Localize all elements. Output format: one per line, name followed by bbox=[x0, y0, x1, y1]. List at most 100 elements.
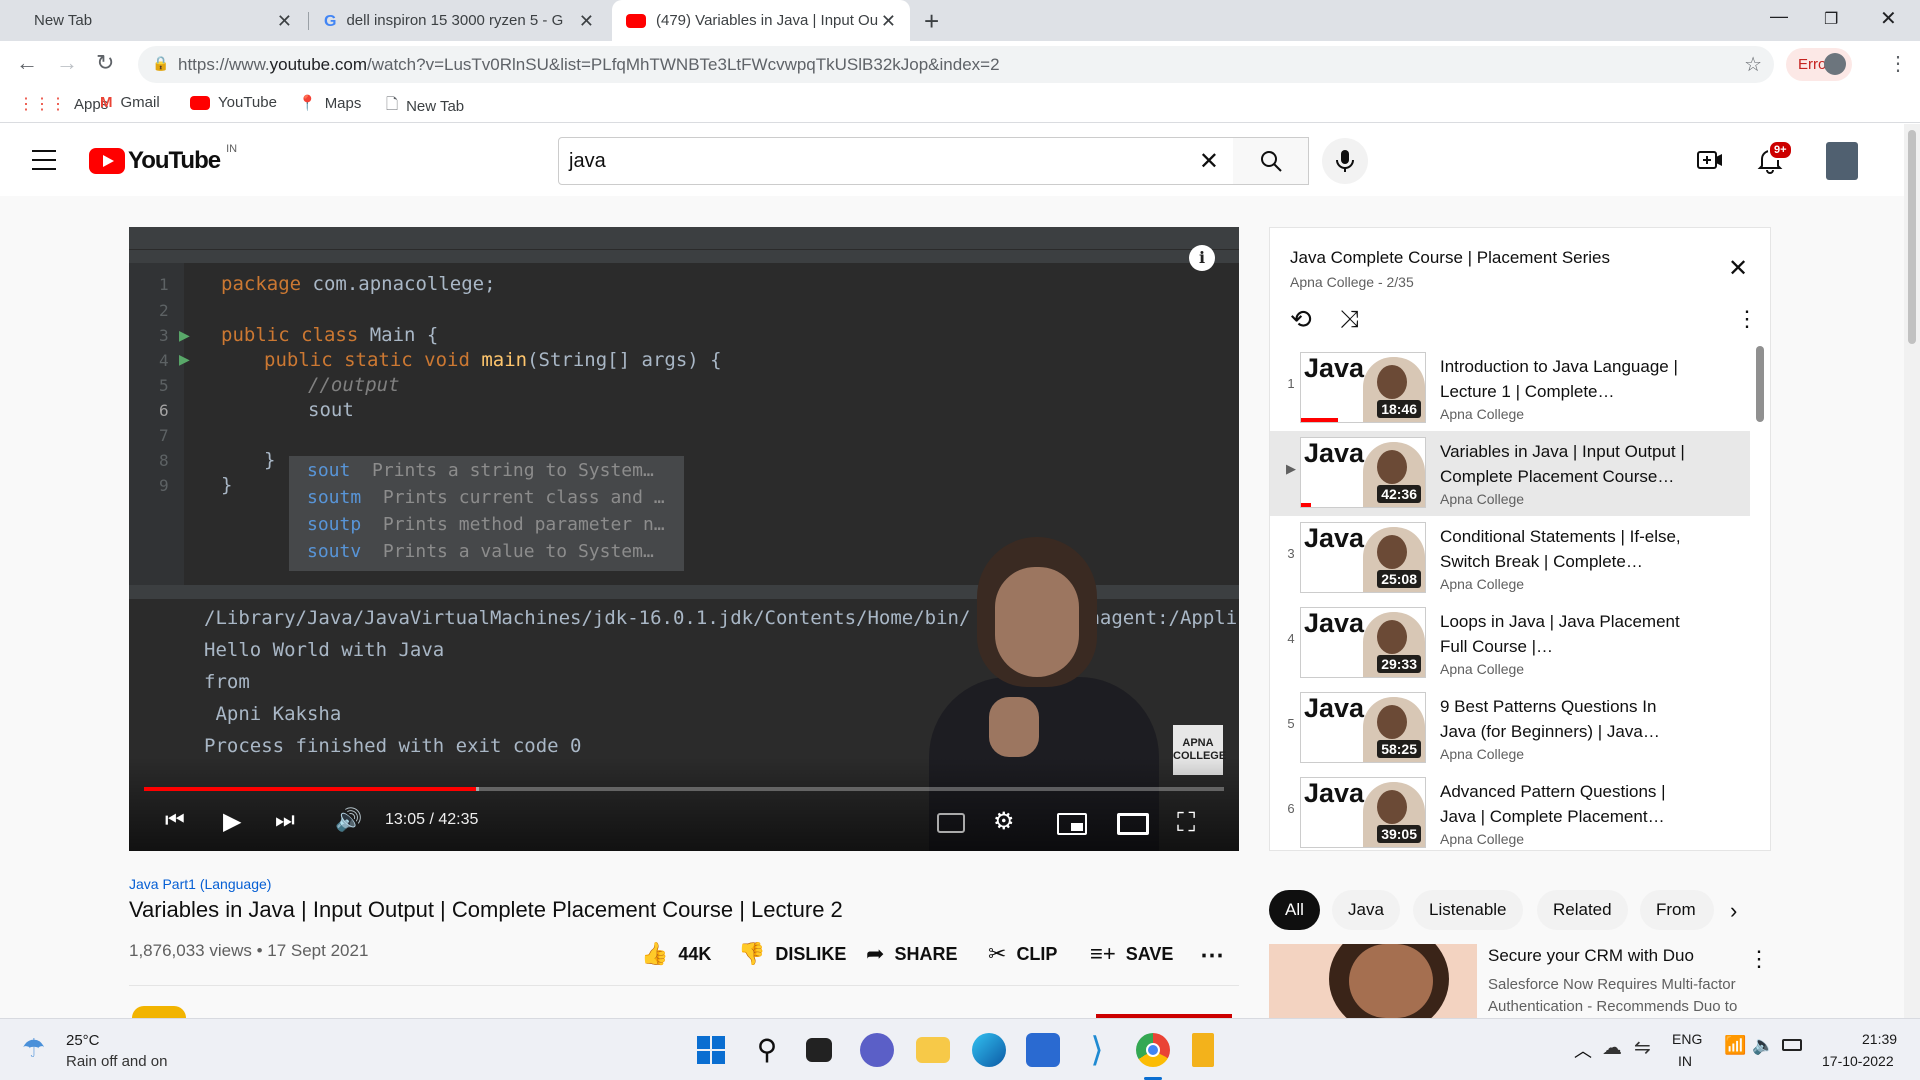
omnibox-url-field[interactable]: 🔒 https://www.youtube.com/watch?v=LusTv0… bbox=[138, 46, 1774, 83]
playlist-item-thumbnail[interactable]: Java 29:33 bbox=[1300, 607, 1426, 678]
close-icon[interactable]: ✕ bbox=[881, 11, 896, 32]
playlist-item[interactable]: 6 Java 39:05 Advanced Pattern Questions | J… bbox=[1270, 771, 1750, 856]
settings-gear-icon[interactable]: ⚙ bbox=[993, 807, 1015, 836]
ad-menu-icon[interactable]: ⋮ bbox=[1748, 946, 1770, 972]
edge-browser-icon[interactable] bbox=[972, 1033, 1006, 1067]
search-button[interactable] bbox=[1233, 137, 1309, 185]
chip-listenable[interactable]: Listenable bbox=[1413, 890, 1523, 930]
youtube-logo[interactable]: YouTube IN bbox=[89, 143, 237, 175]
miniplayer-icon[interactable] bbox=[1057, 813, 1087, 835]
next-video-icon[interactable]: ⏭ bbox=[275, 807, 295, 833]
search-input[interactable]: java ✕ bbox=[558, 137, 1234, 185]
task-view-icon[interactable] bbox=[806, 1038, 832, 1062]
close-icon[interactable]: ✕ bbox=[277, 11, 292, 32]
close-playlist-icon[interactable]: ✕ bbox=[1728, 254, 1748, 283]
user-avatar[interactable] bbox=[1826, 142, 1858, 180]
channel-avatar[interactable] bbox=[132, 1006, 186, 1018]
loop-playlist-icon[interactable]: ⟲ bbox=[1290, 304, 1312, 335]
chevron-up-icon[interactable]: ︿ bbox=[1574, 1037, 1592, 1063]
notifications-button[interactable]: 9+ bbox=[1756, 140, 1793, 179]
bookmark-gmail[interactable]: M Gmail bbox=[100, 94, 160, 111]
reload-icon[interactable]: ↻ bbox=[96, 50, 114, 76]
minimize-icon[interactable]: — bbox=[1770, 6, 1788, 27]
dislike-button[interactable]: 👎 DISLIKE bbox=[738, 941, 846, 967]
forward-arrow-icon[interactable]: → bbox=[56, 50, 78, 76]
playlist-item-thumbnail[interactable]: Java 39:05 bbox=[1300, 777, 1426, 848]
battery-icon[interactable] bbox=[1782, 1039, 1802, 1051]
chip-all[interactable]: All bbox=[1269, 890, 1320, 930]
vscode-icon[interactable]: ⟩ bbox=[1080, 1033, 1114, 1067]
playlist-item[interactable]: 1 Java 18:46 Introduction to Java Language … bbox=[1270, 346, 1750, 431]
tab-youtube-video[interactable]: (479) Variables in Java | Input Ou ✕ bbox=[612, 0, 910, 41]
playlist-scrollbar[interactable] bbox=[1756, 346, 1764, 422]
play-icon[interactable]: ▶ bbox=[223, 807, 241, 836]
playlist-item-thumbnail[interactable]: Java 42:36 bbox=[1300, 437, 1426, 508]
hamburger-menu-icon[interactable] bbox=[32, 150, 56, 170]
chrome-icon[interactable] bbox=[1136, 1033, 1170, 1067]
clock-date[interactable]: 17-10-2022 bbox=[1822, 1053, 1894, 1069]
pinned-app-icon[interactable] bbox=[1192, 1033, 1214, 1067]
volume-icon[interactable]: 🔊 bbox=[335, 807, 362, 833]
playlist-item[interactable]: 4 Java 29:33 Loops in Java | Java Placement… bbox=[1270, 601, 1750, 686]
network-sync-icon[interactable]: ⇋ bbox=[1634, 1035, 1651, 1060]
language-in[interactable]: IN bbox=[1678, 1053, 1692, 1069]
playlist-item[interactable]: ▶ Java 42:36 Variables in Java | Input Outp… bbox=[1270, 431, 1750, 516]
clock-time[interactable]: 21:39 bbox=[1862, 1031, 1897, 1047]
page-scrollbar[interactable] bbox=[1904, 124, 1920, 1018]
voice-search-button[interactable] bbox=[1322, 138, 1368, 184]
taskbar-search-icon[interactable]: ⚲ bbox=[750, 1033, 784, 1067]
chip-from[interactable]: From bbox=[1640, 890, 1714, 930]
tab-new-tab[interactable]: New Tab ✕ bbox=[8, 0, 306, 41]
ad-title[interactable]: Secure your CRM with Duo bbox=[1488, 946, 1694, 966]
theater-mode-icon[interactable] bbox=[1117, 813, 1149, 835]
onedrive-cloud-icon[interactable]: ☁ bbox=[1602, 1035, 1622, 1060]
playlist-title[interactable]: Java Complete Course | Placement Series bbox=[1290, 248, 1610, 268]
file-explorer-icon[interactable] bbox=[916, 1037, 950, 1063]
menu-kebab-icon[interactable]: ⋮ bbox=[1888, 51, 1908, 76]
window-close-icon[interactable]: ✕ bbox=[1880, 6, 1897, 31]
progress-bar[interactable] bbox=[144, 787, 1224, 791]
chip-related[interactable]: Related bbox=[1537, 890, 1628, 930]
playlist-item-thumbnail[interactable]: Java 18:46 bbox=[1300, 352, 1426, 423]
weather-temp[interactable]: 25°C bbox=[66, 1032, 100, 1049]
share-button[interactable]: ➦ SHARE bbox=[866, 941, 957, 967]
back-arrow-icon[interactable]: ← bbox=[16, 50, 38, 76]
bookmark-apps[interactable]: ⋮⋮⋮ Apps bbox=[18, 94, 108, 114]
video-player[interactable]: 1 2 3 4 5 6 7 8 9 ▶ ▶ package com.apnaco… bbox=[129, 227, 1239, 851]
fullscreen-icon[interactable]: ⛶ bbox=[1177, 807, 1195, 839]
playlist-item[interactable]: 5 Java 58:25 9 Best Patterns Questions In J… bbox=[1270, 686, 1750, 771]
speaker-icon[interactable]: 🔈 bbox=[1752, 1035, 1774, 1056]
like-button[interactable]: 👍 44K bbox=[641, 941, 711, 967]
playlist-item-thumbnail[interactable]: Java 58:25 bbox=[1300, 692, 1426, 763]
new-tab-plus-icon[interactable]: + bbox=[924, 6, 939, 37]
start-windows-icon[interactable] bbox=[694, 1033, 728, 1067]
more-actions-icon[interactable]: ⋯ bbox=[1200, 941, 1224, 970]
previous-video-icon[interactable]: ⏮ bbox=[165, 807, 185, 833]
language-eng[interactable]: ENG bbox=[1672, 1031, 1702, 1047]
playlist-tag-link[interactable]: Java Part1 (Language) bbox=[129, 876, 271, 892]
save-button[interactable]: ≡+ SAVE bbox=[1090, 941, 1173, 967]
clear-search-icon[interactable]: ✕ bbox=[1199, 147, 1219, 176]
close-icon[interactable]: ✕ bbox=[579, 11, 594, 32]
playlist-item[interactable]: 3 Java 25:08 Conditional Statements | If-el… bbox=[1270, 516, 1750, 601]
info-card-icon[interactable]: i bbox=[1189, 245, 1215, 271]
weather-cloud-icon[interactable]: ☂ bbox=[22, 1033, 45, 1064]
profile-error-chip[interactable]: Error bbox=[1786, 48, 1852, 81]
playlist-item-thumbnail[interactable]: Java 25:08 bbox=[1300, 522, 1426, 593]
wifi-icon[interactable]: 📶 bbox=[1724, 1035, 1746, 1056]
bookmark-star-icon[interactable]: ☆ bbox=[1744, 52, 1762, 77]
chevron-right-icon[interactable]: › bbox=[1730, 898, 1737, 924]
subtitles-icon[interactable] bbox=[937, 813, 965, 833]
restore-icon[interactable]: ❐ bbox=[1824, 9, 1838, 29]
shuffle-icon[interactable]: ⤨ bbox=[1340, 306, 1359, 334]
microsoft-store-icon[interactable] bbox=[1026, 1033, 1060, 1067]
scroll-thumb[interactable] bbox=[1908, 130, 1916, 344]
chip-java[interactable]: Java bbox=[1332, 890, 1400, 930]
playlist-menu-icon[interactable]: ⋮ bbox=[1736, 306, 1758, 332]
ad-thumbnail[interactable] bbox=[1269, 944, 1477, 1018]
clip-button[interactable]: ✂ CLIP bbox=[988, 941, 1057, 967]
bookmark-youtube[interactable]: YouTube bbox=[190, 94, 277, 111]
teams-chat-icon[interactable] bbox=[860, 1033, 894, 1067]
tab-google-search[interactable]: G dell inspiron 15 3000 ryzen 5 - G ✕ bbox=[310, 0, 608, 41]
bookmark-maps[interactable]: 📍 Maps bbox=[298, 94, 361, 113]
